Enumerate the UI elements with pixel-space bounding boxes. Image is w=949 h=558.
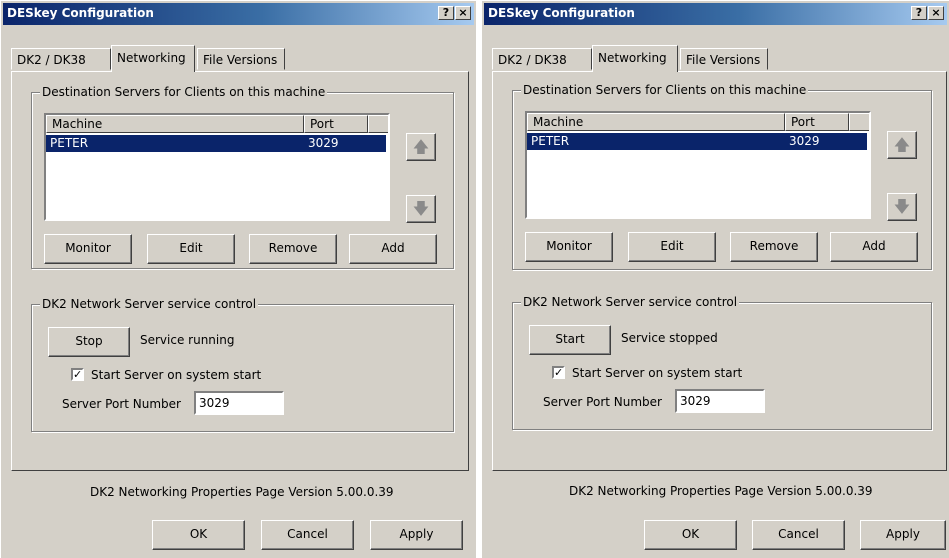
column-header-port[interactable]: Port xyxy=(304,115,368,133)
close-button[interactable]: × xyxy=(928,6,944,20)
arrow-down-icon: 🡇 xyxy=(412,199,430,218)
arrow-down-icon: 🡇 xyxy=(893,197,911,216)
move-up-button[interactable]: 🡅 xyxy=(887,131,917,159)
port-number-input[interactable]: 3029 xyxy=(675,389,765,413)
arrow-up-icon: 🡅 xyxy=(893,135,911,154)
service-group: DK2 Network Server service control Stop … xyxy=(31,297,454,432)
tab-file-versions[interactable]: File Versions xyxy=(680,48,768,70)
destination-group: Destination Servers for Clients on this … xyxy=(512,83,932,270)
monitor-button[interactable]: Monitor xyxy=(44,234,132,264)
ok-button[interactable]: OK xyxy=(152,520,245,550)
start-on-boot-label[interactable]: Start Server on system start xyxy=(91,368,261,382)
ok-button[interactable]: OK xyxy=(644,520,737,550)
title-bar: DESkey Configuration ? × xyxy=(3,3,474,25)
service-group: DK2 Network Server service control Start… xyxy=(512,295,932,430)
row-machine: PETER xyxy=(531,134,570,148)
remove-button[interactable]: Remove xyxy=(730,232,818,262)
destination-legend: Destination Servers for Clients on this … xyxy=(521,83,809,97)
apply-button[interactable]: Apply xyxy=(370,520,463,550)
edit-button[interactable]: Edit xyxy=(628,232,716,262)
help-button[interactable]: ? xyxy=(911,6,927,20)
title-bar: DESkey Configuration ? × xyxy=(484,3,947,25)
service-status: Service stopped xyxy=(621,331,718,345)
column-header-machine[interactable]: Machine xyxy=(527,113,785,131)
port-number-input[interactable]: 3029 xyxy=(194,391,284,415)
move-down-button[interactable]: 🡇 xyxy=(887,193,917,221)
column-header-blank xyxy=(849,113,869,131)
add-button[interactable]: Add xyxy=(349,234,437,264)
row-port: 3029 xyxy=(789,134,820,148)
tab-networking[interactable]: Networking xyxy=(592,45,678,72)
destination-legend: Destination Servers for Clients on this … xyxy=(40,85,328,99)
tab-file-versions[interactable]: File Versions xyxy=(197,48,285,70)
port-number-label: Server Port Number xyxy=(543,395,662,409)
tab-networking[interactable]: Networking xyxy=(111,45,195,72)
column-header-port[interactable]: Port xyxy=(785,113,849,131)
column-header-machine[interactable]: Machine xyxy=(46,115,304,133)
help-button[interactable]: ? xyxy=(438,6,454,20)
dialog-running: DESkey Configuration ? × DK2 / DK38 Netw… xyxy=(0,0,476,558)
service-status: Service running xyxy=(140,333,235,347)
server-list[interactable]: Machine Port PETER 3029 xyxy=(525,111,871,219)
column-header-blank xyxy=(368,115,388,133)
service-legend: DK2 Network Server service control xyxy=(521,295,740,309)
service-legend: DK2 Network Server service control xyxy=(40,297,259,311)
cancel-button[interactable]: Cancel xyxy=(752,520,845,550)
cancel-button[interactable]: Cancel xyxy=(261,520,354,550)
tab-dk2[interactable]: DK2 / DK38 xyxy=(11,48,111,70)
move-up-button[interactable]: 🡅 xyxy=(406,133,436,161)
stop-service-button[interactable]: Stop xyxy=(48,327,130,357)
dialog-title: DESkey Configuration xyxy=(7,6,154,20)
row-machine: PETER xyxy=(50,136,89,150)
remove-button[interactable]: Remove xyxy=(249,234,337,264)
destination-group: Destination Servers for Clients on this … xyxy=(31,85,454,269)
add-button[interactable]: Add xyxy=(830,232,918,262)
tab-panel: Destination Servers for Clients on this … xyxy=(11,71,469,499)
tab-dk2[interactable]: DK2 / DK38 xyxy=(492,48,592,70)
edit-button[interactable]: Edit xyxy=(147,234,235,264)
apply-button[interactable]: Apply xyxy=(860,520,946,550)
table-row[interactable]: PETER 3029 xyxy=(527,133,867,150)
row-port: 3029 xyxy=(308,136,339,150)
version-text: DK2 Networking Properties Page Version 5… xyxy=(569,484,873,498)
server-list[interactable]: Machine Port PETER 3029 xyxy=(44,113,390,221)
dialog-title: DESkey Configuration xyxy=(488,6,635,20)
start-on-boot-label[interactable]: Start Server on system start xyxy=(572,366,742,380)
port-number-label: Server Port Number xyxy=(62,397,181,411)
move-down-button[interactable]: 🡇 xyxy=(406,195,436,223)
tab-panel: Destination Servers for Clients on this … xyxy=(492,71,947,498)
dialog-stopped: DESkey Configuration ? × DK2 / DK38 Netw… xyxy=(481,0,949,558)
version-text: DK2 Networking Properties Page Version 5… xyxy=(90,485,394,499)
monitor-button[interactable]: Monitor xyxy=(525,232,613,262)
arrow-up-icon: 🡅 xyxy=(412,137,430,156)
table-row[interactable]: PETER 3029 xyxy=(46,135,386,152)
start-on-boot-checkbox[interactable]: ✓ xyxy=(71,368,84,381)
close-button[interactable]: × xyxy=(455,6,471,20)
start-on-boot-checkbox[interactable]: ✓ xyxy=(552,366,565,379)
start-service-button[interactable]: Start xyxy=(529,325,611,355)
